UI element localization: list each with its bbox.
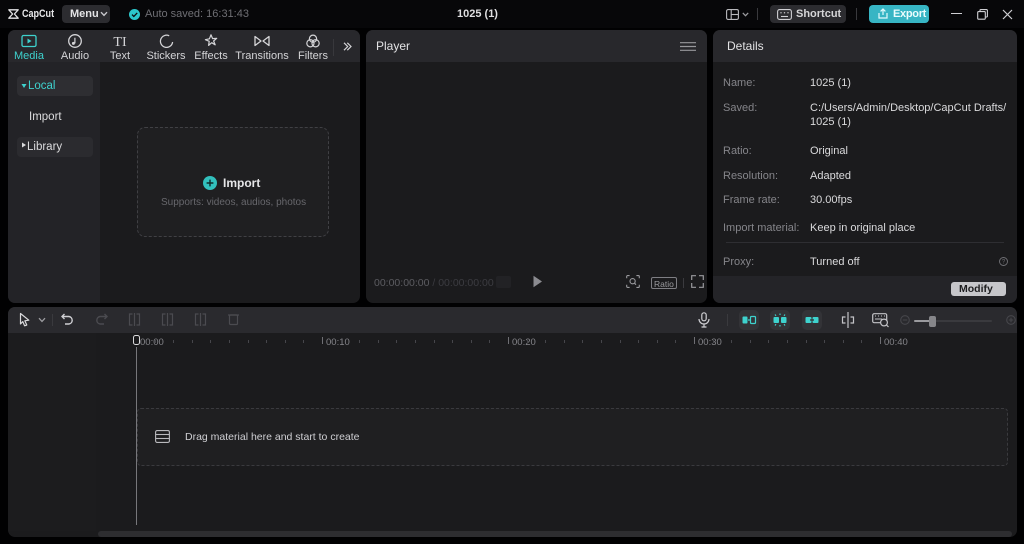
- svg-text:TI: TI: [113, 35, 127, 48]
